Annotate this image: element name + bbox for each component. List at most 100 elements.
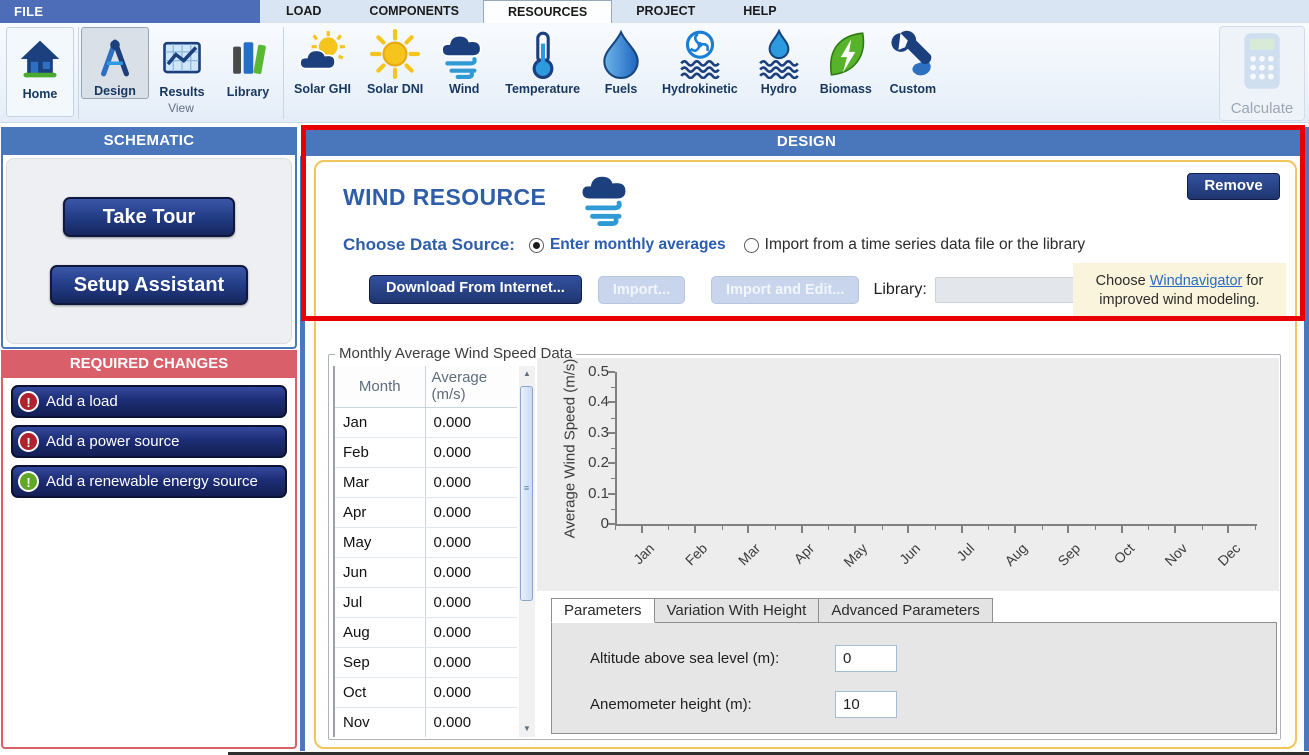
ok-badge-icon: ! <box>18 471 39 492</box>
toolbar-button-label: Calculate <box>1231 100 1294 117</box>
x-tick-mark <box>907 526 909 533</box>
month-cell: Nov <box>335 707 425 737</box>
monthly-table-body: Jan0.000Feb0.000Mar0.000Apr0.000May0.000… <box>335 407 517 737</box>
average-value-cell[interactable]: 0.000 <box>425 437 517 467</box>
x-tick-label: Nov <box>1149 540 1190 581</box>
scrollbar-thumb[interactable]: ≡ <box>520 386 533 601</box>
file-menu-button[interactable]: FILE <box>0 0 260 23</box>
ribbon-tabs: LOAD COMPONENTS RESOURCES PROJECT HELP <box>262 0 801 23</box>
temperature-button[interactable]: Temperature <box>497 23 588 115</box>
app-window: FILE LOAD COMPONENTS RESOURCES PROJECT H… <box>0 0 1309 755</box>
solar-dni-button[interactable]: Solar DNI <box>359 23 431 115</box>
x-tick-mark <box>641 526 643 533</box>
month-cell: Jun <box>335 557 425 587</box>
tab-resources[interactable]: RESOURCES <box>483 0 612 23</box>
wind-speed-chart: Average Wind Speed (m/s) 00.10.20.30.40.… <box>537 358 1279 591</box>
y-tick-mark <box>608 432 615 434</box>
remove-button[interactable]: Remove <box>1187 173 1280 200</box>
average-value-cell[interactable]: 0.000 <box>425 617 517 647</box>
menu-bar: FILE LOAD COMPONENTS RESOURCES PROJECT H… <box>0 0 1309 23</box>
toolbar-button-label: Wind <box>449 82 479 96</box>
average-value-cell[interactable]: 0.000 <box>425 707 517 737</box>
fuels-button[interactable]: Fuels <box>588 23 654 115</box>
radio-import-timeseries-label[interactable]: Import from a time series data file or t… <box>765 236 1085 254</box>
x-tick-label: Jan <box>616 540 657 581</box>
error-badge-icon: ! <box>18 431 39 452</box>
error-badge-icon: ! <box>18 391 39 412</box>
toolbar-button-label: Design <box>94 84 136 98</box>
add-renewable-source-button[interactable]: ! Add a renewable energy source <box>11 465 287 498</box>
toolbar-button-label: Hydro <box>761 82 797 96</box>
table-row: Sep0.000 <box>335 647 517 677</box>
average-value-cell[interactable]: 0.000 <box>425 527 517 557</box>
tab-help[interactable]: HELP <box>719 0 800 23</box>
tab-parameters[interactable]: Parameters <box>551 598 655 623</box>
calculate-button: Calculate <box>1219 26 1305 121</box>
table-scrollbar[interactable]: ▲ ≡ ▼ <box>519 366 535 737</box>
design-icon <box>90 33 140 82</box>
data-source-label: Choose Data Source: <box>343 235 515 255</box>
results-button[interactable]: Results <box>149 27 215 99</box>
x-tick-label: Apr <box>776 540 817 581</box>
altitude-input[interactable] <box>835 645 897 672</box>
y-tick-label: 0.4 <box>569 393 609 410</box>
radio-monthly-averages[interactable] <box>529 238 544 253</box>
take-tour-button[interactable]: Take Tour <box>63 197 235 237</box>
x-tick-mark <box>694 526 696 533</box>
average-value-cell[interactable]: 0.000 <box>425 407 517 437</box>
anemometer-height-input[interactable] <box>835 691 897 718</box>
tab-project[interactable]: PROJECT <box>612 0 719 23</box>
month-cell: Apr <box>335 497 425 527</box>
average-value-cell[interactable]: 0.000 <box>425 647 517 677</box>
scroll-down-icon[interactable]: ▼ <box>519 721 535 737</box>
download-from-internet-button[interactable]: Download From Internet... <box>369 275 582 304</box>
tab-components[interactable]: COMPONENTS <box>345 0 483 23</box>
radio-import-timeseries[interactable] <box>744 238 759 253</box>
add-power-source-button[interactable]: ! Add a power source <box>11 425 287 458</box>
schematic-header: SCHEMATIC <box>1 127 297 155</box>
average-value-cell[interactable]: 0.000 <box>425 467 517 497</box>
wind-icon <box>439 28 489 80</box>
scroll-up-icon[interactable]: ▲ <box>519 366 535 382</box>
tab-variation-with-height[interactable]: Variation With Height <box>655 598 820 623</box>
toolbar-button-label: Solar DNI <box>367 82 423 96</box>
hydro-button[interactable]: Hydro <box>746 23 812 115</box>
x-tick-label: Dec <box>1203 540 1244 581</box>
x-tick-mark <box>1014 526 1016 533</box>
toolbar-button-label: Custom <box>890 82 937 96</box>
average-value-cell[interactable]: 0.000 <box>425 557 517 587</box>
y-tick-label: 0.3 <box>569 424 609 441</box>
setup-assistant-button[interactable]: Setup Assistant <box>50 265 248 305</box>
radio-monthly-averages-label[interactable]: Enter monthly averages <box>550 236 726 254</box>
x-axis-line <box>615 524 1257 526</box>
x-tick-label: Jun <box>883 540 924 581</box>
average-value-cell[interactable]: 0.000 <box>425 497 517 527</box>
design-button[interactable]: Design <box>81 27 149 99</box>
x-tick-label: Aug <box>989 540 1030 581</box>
hydrokinetic-button[interactable]: Hydrokinetic <box>654 23 746 115</box>
column-header-average: Average (m/s) <box>425 366 517 407</box>
x-minor-tick <box>615 526 616 530</box>
windnavigator-link[interactable]: Windnavigator <box>1150 273 1243 289</box>
custom-button[interactable]: Custom <box>880 23 946 115</box>
add-load-button[interactable]: ! Add a load <box>11 385 287 418</box>
tab-advanced-parameters[interactable]: Advanced Parameters <box>819 598 992 623</box>
average-value-cell[interactable]: 0.000 <box>425 587 517 617</box>
x-tick-mark <box>1067 526 1069 533</box>
home-button[interactable]: Home <box>6 27 74 117</box>
average-value-cell[interactable]: 0.000 <box>425 677 517 707</box>
required-changes-section: REQUIRED CHANGES ! Add a load ! Add a po… <box>1 350 297 749</box>
biomass-button[interactable]: Biomass <box>812 23 880 115</box>
view-group-label: View <box>168 101 194 115</box>
library-button[interactable]: Library <box>215 27 281 99</box>
wind-button[interactable]: Wind <box>431 23 497 115</box>
required-changes-header: REQUIRED CHANGES <box>1 350 297 378</box>
solar-ghi-button[interactable]: Solar GHI <box>286 23 359 115</box>
y-tick-label: 0.2 <box>569 454 609 471</box>
x-tick-label: Sep <box>1043 540 1084 581</box>
month-cell: Oct <box>335 677 425 707</box>
x-minor-tick <box>1095 526 1096 530</box>
tab-load[interactable]: LOAD <box>262 0 345 23</box>
month-cell: Sep <box>335 647 425 677</box>
x-minor-tick <box>668 526 669 530</box>
